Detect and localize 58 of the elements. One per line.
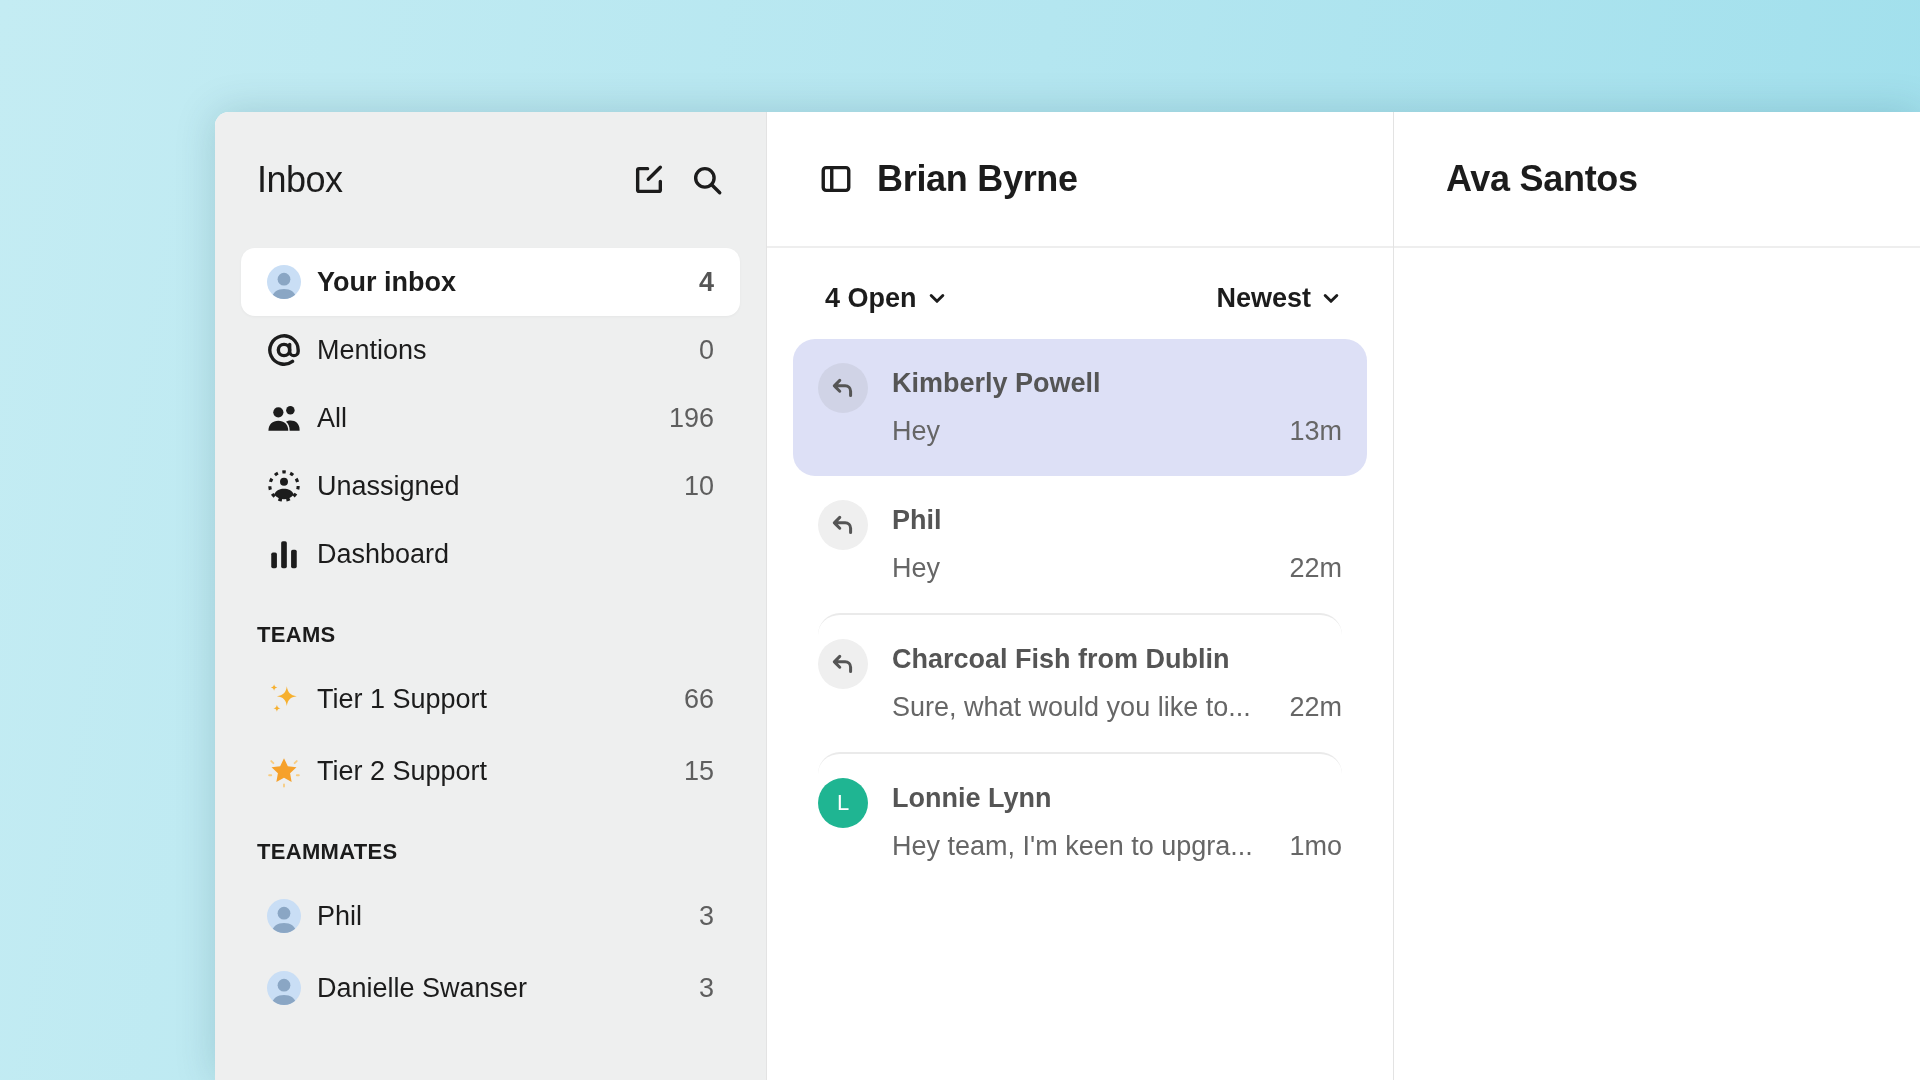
item-count: 0 [698,333,714,367]
reply-icon [818,638,868,689]
item-label: Dashboard [317,537,451,571]
sidebar-item[interactable]: Unassigned 10 [241,452,740,520]
item-label: Tier 2 Support [317,754,489,788]
contact-name: Charcoal Fish from Dublin [892,642,1231,676]
sidebar-item[interactable]: Your inbox 4 [241,248,740,316]
unassigned-icon [267,469,301,503]
message-preview: Hey [892,552,940,585]
section-heading: TEAMMATES [256,838,399,866]
item-count: 66 [683,682,714,716]
avatar-icon [267,265,301,299]
item-count: 196 [668,401,714,435]
sort-dropdown[interactable]: Newest [1216,278,1341,319]
sidebar-item[interactable]: Danielle Swanser 3 [241,954,740,1022]
item-label: All [317,401,348,435]
message-time: 22m [1289,552,1342,585]
item-label: Unassigned [317,469,461,503]
inbox-title: Inbox [257,158,343,202]
conversation-item[interactable]: Charcoal Fish from Dublin Sure, what would you like to... 22m [818,612,1342,752]
reply-icon [818,499,868,550]
sidebar-item[interactable]: All 196 [241,384,740,452]
item-count: 15 [683,754,714,788]
avatar-icon [267,971,301,1005]
conversation-item[interactable]: L Lonnie Lynn Hey team, I'm keen to upgra... 1mo [818,751,1342,891]
item-count: 10 [683,469,714,503]
message-time: 22m [1289,691,1342,724]
sidebar-item[interactable]: Mentions 0 [241,316,740,384]
contact-name: Kimberly Powell [892,366,1102,400]
contact-name: Lonnie Lynn [892,781,1053,815]
conversation-item[interactable]: Kimberly Powell Hey 13m [793,338,1367,476]
sidebar-item[interactable]: Phil 3 [241,882,740,950]
message-time: 13m [1289,415,1342,448]
initial-avatar: L [818,777,868,828]
item-label: Tier 1 Support [317,682,489,716]
item-label: Your inbox [317,265,457,299]
contact-name: Phil [892,503,943,537]
item-count: 4 [698,265,714,299]
message-preview: Hey [892,415,940,448]
status-filter-dropdown[interactable]: 4 Open [825,278,947,319]
detail-panel-title: Ava Santos [1446,157,1638,201]
section-heading: TEAMS [256,621,337,649]
conversation-item[interactable]: Phil Hey 22m [793,475,1367,613]
message-preview: Hey team, I'm keen to upgra... [892,830,1253,863]
sidebar-item[interactable]: Tier 2 Support 15 [241,737,740,805]
item-label: Danielle Swanser [317,971,529,1005]
at-icon [267,333,301,367]
sidebar-item[interactable]: Dashboard [241,520,740,588]
reply-icon [818,362,868,413]
message-preview: Sure, what would you like to... [892,691,1251,724]
item-label: Mentions [317,333,428,367]
item-label: Phil [317,899,364,933]
item-count: 3 [698,971,714,1005]
item-count: 3 [698,899,714,933]
sidebar-item[interactable]: Tier 1 Support 66 [241,665,740,733]
avatar-icon [267,899,301,933]
conversation-panel-title: Brian Byrne [877,157,1078,201]
message-time: 1mo [1289,830,1342,863]
